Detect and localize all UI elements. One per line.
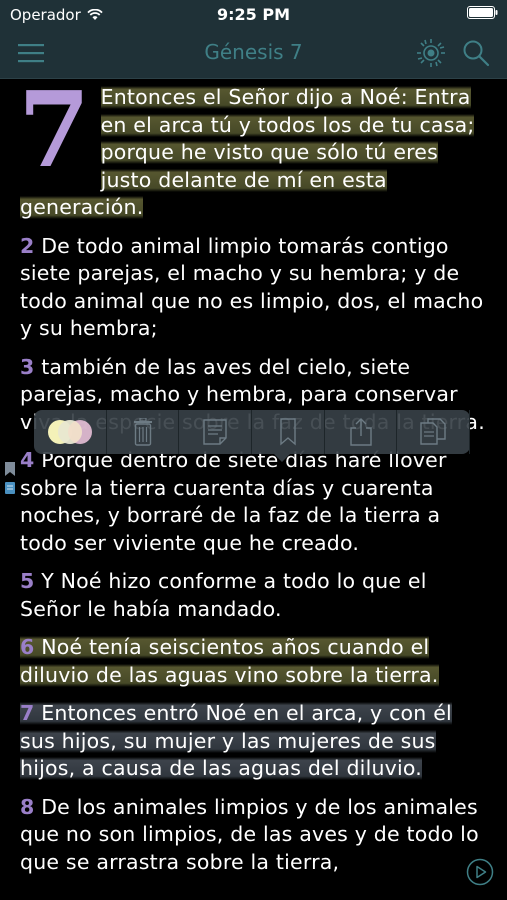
verse-6[interactable]: 6 Noé tenía seiscientos años cuando el d… [20,634,490,689]
toolbar-pointer [274,454,290,462]
verse-number: 8 [20,794,35,819]
verse-6-highlight: 6 Noé tenía seiscientos años cuando el d… [20,635,439,687]
verse-text: Y Noé hizo conforme a todo lo que el Señ… [20,569,427,621]
bookmark-marker-icon[interactable] [4,462,16,496]
verse-number: 4 [20,448,35,472]
copy-button[interactable] [397,410,471,454]
delete-button[interactable] [107,410,180,454]
verse-1-line-3: porque he visto que sólo tú eres [100,140,439,164]
share-button[interactable] [325,410,398,454]
color-picker-icon [47,420,92,444]
battery-icon [467,6,498,19]
chapter-content: 7 Entonces el Señor dijo a Noé: Entra en… [18,68,490,887]
search-icon[interactable] [462,39,490,67]
brightness-icon[interactable] [416,38,446,68]
trash-icon [133,418,152,446]
play-audio-icon[interactable] [466,858,494,886]
verse-7[interactable]: 7 Entonces entró Noé en el arca, y con é… [20,700,490,783]
verse-number: 7 [20,701,35,725]
verse-1-line-1: Entonces el Señor dijo a Noé: Entra [100,85,471,109]
bookmark-button[interactable] [252,410,325,454]
verse-text: De todo animal limpio tomarás contigo si… [20,233,484,341]
highlight-color-button[interactable] [34,410,107,454]
verse-4[interactable]: 4 Porque dentro de siete días haré llove… [20,447,490,557]
status-time: 9:25 PM [216,5,290,24]
verse-number: 2 [20,233,35,258]
status-bar: Operador 9:25 PM [0,0,507,28]
verse-8[interactable]: 8 De los animales limpios y de los anima… [20,794,490,877]
note-button[interactable] [179,410,253,454]
verse-2[interactable]: 2 De todo animal limpio tomarás contigo … [20,233,490,343]
verse-number: 3 [20,354,35,379]
verse-text: Porque dentro de siete días haré llover … [20,448,447,555]
bookmark-icon [280,418,296,446]
verse-5[interactable]: 5 Y Noé hizo conforme a todo lo que el S… [20,568,490,623]
verse-1[interactable]: 7 Entonces el Señor dijo a Noé: Entra en… [18,68,490,222]
verse-1-line-2: en el arca tú y todos los de tu casa; [100,112,475,137]
verse-text: De los animales limpios y de los animale… [20,794,479,874]
verse-number: 6 [20,635,35,659]
verse-7-highlight: 7 Entonces entró Noé en el arca, y con é… [20,701,452,780]
verse-action-toolbar [34,410,471,462]
note-icon [203,419,227,445]
verse-text: Noé tenía seiscientos años cuando el dil… [20,635,439,687]
chapter-dropcap: 7 [18,68,91,191]
verse-text: Entonces entró Noé en el arca, y con él … [20,701,452,780]
verse-number: 5 [20,569,35,593]
copy-icon [420,418,446,445]
share-icon [349,418,372,446]
